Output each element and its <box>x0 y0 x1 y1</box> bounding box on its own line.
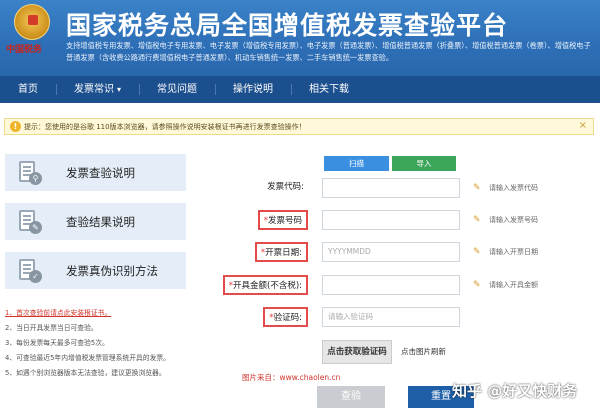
pencil-icon: ✎ <box>473 215 481 225</box>
amount-label: *开具金额(不含税): <box>222 275 308 295</box>
scan-button[interactable]: 扫描 <box>324 156 389 171</box>
browser-notice: ! 提示：您使用的是谷歌 110版本浏览器，请参照操作说明安装根证书再进行发票查… <box>4 118 594 135</box>
main-nav: 首页 发票常识 ▾ 常见问题 操作说明 相关下载 <box>0 76 600 103</box>
invoice-number-input[interactable] <box>322 210 460 230</box>
tax-emblem-icon <box>14 4 50 40</box>
nav-item-invoice-knowledge[interactable]: 发票常识 ▾ <box>56 76 139 103</box>
pencil-icon: ✎ <box>473 247 481 257</box>
invoice-code-label: 发票代码: <box>267 182 304 192</box>
image-source-note: 图片来自：www.chaolen.cn <box>242 373 341 382</box>
pencil-icon: ✎ <box>473 280 481 290</box>
captcha-input[interactable]: 请输入验证码 <box>322 307 460 327</box>
amount-input[interactable] <box>322 275 460 295</box>
shield-document-icon: ✓ <box>15 257 43 285</box>
site-header: 中国税务 国家税务总局全国增值税发票查验平台 支持增值税专用发票、增值税电子专用… <box>0 0 600 76</box>
sidebar-item-label: 发票查验说明 <box>66 165 135 180</box>
notice-text: 提示：您使用的是谷歌 110版本浏览器，请参照操作说明安装根证书再进行发票查验操… <box>24 122 306 131</box>
import-button[interactable]: 导入 <box>392 156 456 171</box>
nav-label: 常见问题 <box>157 84 198 95</box>
captcha-label: *验证码: <box>263 307 308 327</box>
check-button[interactable]: 查验 <box>317 386 385 408</box>
invoice-code-hint: 请输入发票代码 <box>489 184 538 192</box>
nav-label: 相关下载 <box>309 84 350 95</box>
search-document-icon: ⚲ <box>15 159 43 187</box>
issue-date-label: *开票日期: <box>254 242 308 262</box>
nav-item-downloads[interactable]: 相关下载 <box>291 76 367 103</box>
invoice-code-input[interactable] <box>322 178 460 198</box>
site-title: 国家税务总局全国增值税发票查验平台 <box>66 11 509 40</box>
sidebar-item-check-guide[interactable]: ⚲ 发票查验说明 <box>5 154 186 191</box>
usage-notes: 1、首次查验前请点此安装根证书。 2、当日开具发票当日可查验。 3、每份发票每天… <box>5 306 235 381</box>
invoice-number-hint: 请输入发票号码 <box>489 216 538 224</box>
note-line: 5、如遇个别浏览器版本无法查验，建议更换浏览器。 <box>5 369 166 377</box>
edit-document-icon: ✎ <box>15 208 43 236</box>
sidebar-item-label: 查验结果说明 <box>66 214 135 229</box>
zhihu-watermark: 知乎 @好又快财务 <box>452 382 578 400</box>
chevron-down-icon: ▾ <box>117 85 122 94</box>
sidebar-item-label: 发票真伪识别方法 <box>66 263 158 278</box>
nav-label: 操作说明 <box>233 84 274 95</box>
invoice-number-label: *发票号码 <box>257 210 308 230</box>
issue-date-input[interactable]: YYYYMMDD <box>322 242 460 262</box>
warning-icon: ! <box>10 121 21 132</box>
nav-item-faq[interactable]: 常见问题 <box>139 76 215 103</box>
close-icon[interactable]: × <box>579 120 587 131</box>
nav-item-home[interactable]: 首页 <box>0 76 56 103</box>
captcha-image[interactable]: 点击获取验证码 <box>322 340 392 364</box>
nav-label: 发票常识 <box>74 84 114 95</box>
seal-text: 中国税务 <box>6 45 43 55</box>
issue-date-hint: 请输入开票日期 <box>489 248 538 256</box>
note-line: 4、可查验最近5年内增值税发票管理系统开具的发票。 <box>5 354 170 362</box>
amount-hint: 请输入开具金额 <box>489 281 538 289</box>
nav-label: 首页 <box>18 84 38 95</box>
sidebar-item-result-guide[interactable]: ✎ 查验结果说明 <box>5 203 186 240</box>
pencil-icon: ✎ <box>473 183 481 193</box>
refresh-captcha-link[interactable]: 点击图片刷新 <box>401 346 446 357</box>
note-line: 2、当日开具发票当日可查验。 <box>5 324 98 332</box>
sidebar-item-authenticity[interactable]: ✓ 发票真伪识别方法 <box>5 252 186 289</box>
nav-item-instructions[interactable]: 操作说明 <box>215 76 291 103</box>
note-install-cert[interactable]: 1、首次查验前请点此安装根证书。 <box>5 306 235 321</box>
site-subtitle: 支持增值税专用发票、增值税电子专用发票、电子发票（增值税专用发票）、电子发票（普… <box>66 41 591 62</box>
note-line: 3、每份发票每天最多可查验5次。 <box>5 339 109 347</box>
